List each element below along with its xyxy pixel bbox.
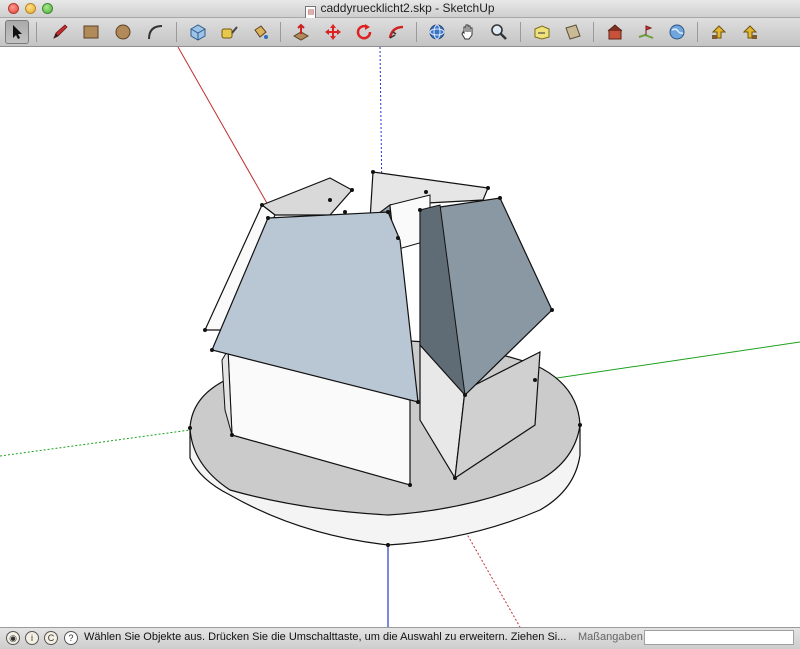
rectangle-tool-button[interactable]: [79, 20, 103, 44]
pencil-icon: [53, 24, 68, 39]
previous-view-icon: [711, 25, 727, 39]
warehouse-icon: [607, 24, 623, 40]
toolbar-separator: [416, 22, 417, 42]
toggle-terrain-tool-button[interactable]: [665, 20, 689, 44]
measurements-label: Maßangaben: [578, 631, 643, 643]
toolbar-separator: [520, 22, 521, 42]
green-axis: [529, 341, 800, 383]
toolbar-separator: [593, 22, 594, 42]
push-pull-icon: [292, 23, 310, 41]
arc-tool-button[interactable]: [143, 20, 167, 44]
next-view-tool-button[interactable]: [738, 20, 762, 44]
move-icon: [325, 24, 341, 40]
circle-tool-button[interactable]: [111, 20, 135, 44]
tape-measure-tool-button[interactable]: [217, 20, 241, 44]
circle-icon: [115, 24, 131, 40]
toolbar-separator: [697, 22, 698, 42]
paint-bucket-icon: [254, 25, 268, 39]
green-axis-dotted: [0, 429, 191, 457]
red-axis: [177, 47, 269, 206]
window-title-area: ▤ caddyruecklicht2.skp - SketchUp: [0, 1, 800, 19]
title-bar: ▤ caddyruecklicht2.skp - SketchUp: [0, 0, 800, 19]
previous-view-tool-button[interactable]: [707, 20, 731, 44]
rotate-icon: [356, 24, 372, 40]
arc-icon: [148, 25, 163, 40]
main-toolbar: [0, 18, 800, 47]
section-plane-icon: [565, 24, 581, 40]
move-tool-button[interactable]: [321, 20, 345, 44]
section-plane-tool-button[interactable]: [561, 20, 585, 44]
toolbar-separator: [280, 22, 281, 42]
select-tool-button[interactable]: [5, 20, 29, 44]
drawing-viewport[interactable]: [0, 47, 800, 627]
toolbar-separator: [176, 22, 177, 42]
location-icon: [638, 25, 654, 39]
orbit-tool-button[interactable]: [425, 20, 449, 44]
follow-me-tool-button[interactable]: [384, 20, 408, 44]
globe-icon: [669, 24, 685, 40]
zoom-extents-icon: [534, 25, 550, 40]
measurements-input[interactable]: [644, 630, 794, 645]
rotate-tool-button[interactable]: [352, 20, 376, 44]
user-account-icon[interactable]: C: [44, 631, 58, 645]
toolbar-separator: [36, 22, 37, 42]
push-pull-tool-button[interactable]: [289, 20, 313, 44]
follow-me-icon: [388, 25, 404, 39]
magnifier-icon: [491, 24, 507, 40]
get-models-tool-button[interactable]: [603, 20, 627, 44]
help-icon[interactable]: ?: [64, 631, 78, 645]
tape-measure-icon: [221, 26, 238, 39]
zoom-extents-tool-button[interactable]: [530, 20, 554, 44]
orbit-icon: [429, 24, 445, 40]
credits-icon[interactable]: i: [25, 631, 39, 645]
rectangle-icon: [83, 25, 99, 39]
status-bar: ◉ i C ? Wählen Sie Objekte aus. Drücken …: [0, 627, 800, 649]
model-canvas[interactable]: [0, 47, 800, 627]
window-title: caddyruecklicht2.skp - SketchUp: [320, 1, 495, 15]
geo-location-icon[interactable]: ◉: [6, 631, 20, 645]
zoom-tool-button[interactable]: [487, 20, 511, 44]
add-location-tool-button[interactable]: [634, 20, 658, 44]
component-icon: [190, 24, 206, 41]
arrow-cursor-icon: [13, 25, 22, 39]
hand-icon: [461, 24, 473, 40]
pencil-tool-button[interactable]: [48, 20, 72, 44]
pan-tool-button[interactable]: [456, 20, 480, 44]
paint-bucket-tool-button[interactable]: [248, 20, 272, 44]
make-component-tool-button[interactable]: [186, 20, 210, 44]
status-message: Wählen Sie Objekte aus. Drücken Sie die …: [84, 631, 567, 643]
next-view-icon: [742, 25, 758, 39]
